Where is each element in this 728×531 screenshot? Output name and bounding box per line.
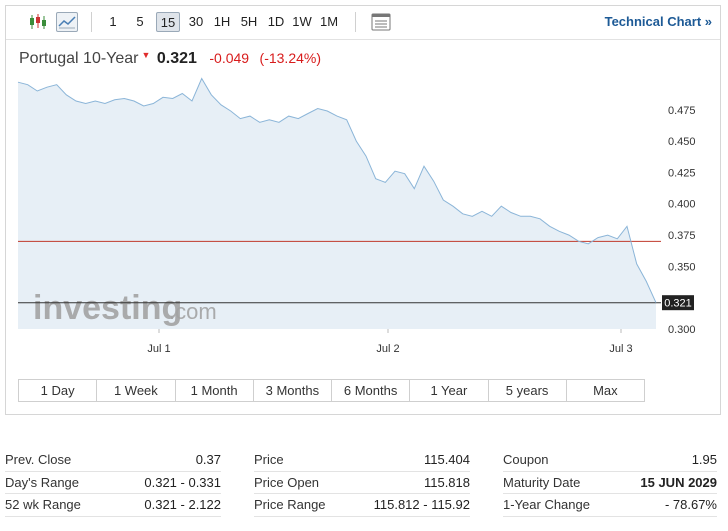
y-tick-label: 0.450 bbox=[668, 136, 696, 148]
stat-value: 115.404 bbox=[423, 452, 470, 467]
stat-price: Price 115.404 bbox=[254, 449, 470, 472]
range-6-months[interactable]: 6 Months bbox=[332, 380, 411, 401]
time-range-selector: 1 Day 1 Week 1 Month 3 Months 6 Months 1… bbox=[18, 379, 645, 402]
stat-label: Price bbox=[254, 452, 284, 467]
range-3-months[interactable]: 3 Months bbox=[254, 380, 332, 401]
stat-label: Day's Range bbox=[5, 474, 80, 490]
stat-52wk-range: 52 wk Range 0.321 - 2.122 bbox=[5, 494, 221, 517]
stat-label: Coupon bbox=[503, 452, 549, 467]
stat-value: 0.321 - 2.122 bbox=[144, 497, 221, 512]
chart-widget: 1 5 15 30 1H 5H 1D 1W 1M Technical Chart… bbox=[5, 5, 721, 415]
stat-1yr-change: 1-Year Change - 78.67% bbox=[503, 494, 717, 517]
stat-price-range: Price Range 115.812 - 115.92 bbox=[254, 494, 470, 517]
y-tick-label: 0.475 bbox=[668, 105, 696, 117]
stat-label: 1-Year Change bbox=[503, 497, 590, 512]
stat-label: Price Range bbox=[254, 497, 326, 512]
stat-prev-close: Prev. Close 0.37 bbox=[5, 449, 221, 472]
stat-label: 52 wk Range bbox=[5, 497, 81, 512]
x-tick-label: Jul 2 bbox=[376, 343, 399, 355]
range-1-year[interactable]: 1 Year bbox=[410, 380, 489, 401]
stat-label: Price Open bbox=[254, 474, 320, 490]
stat-value: 15 JUN 2029 bbox=[640, 474, 717, 490]
y-tick-label: 0.375 bbox=[668, 230, 696, 242]
price-chart[interactable]: investing .com 0.4750.4500.4250.4000.375… bbox=[6, 6, 720, 376]
x-tick-label: Jul 3 bbox=[609, 343, 632, 355]
watermark-brand: investing bbox=[33, 289, 182, 327]
stat-maturity-date: Maturity Date 15 JUN 2029 bbox=[503, 472, 717, 494]
stat-value: 115.812 - 115.92 bbox=[373, 497, 470, 512]
stat-coupon: Coupon 1.95 bbox=[503, 449, 717, 472]
last-value-label: 0.321 bbox=[664, 298, 692, 310]
y-tick-label: 0.425 bbox=[668, 167, 696, 179]
stat-value: - 78.67% bbox=[664, 497, 717, 512]
stat-price-open: Price Open 115.818 bbox=[254, 472, 470, 494]
stat-label: Prev. Close bbox=[5, 452, 72, 467]
stat-label: Maturity Date bbox=[503, 474, 581, 490]
y-tick-label: 0.300 bbox=[668, 324, 696, 336]
stats-column-2: Price 115.404 Price Open 115.818 Price R… bbox=[254, 449, 470, 517]
stat-value: 1.95 bbox=[691, 452, 717, 467]
range-1-week[interactable]: 1 Week bbox=[97, 380, 176, 401]
range-1-day[interactable]: 1 Day bbox=[19, 380, 98, 401]
range-max[interactable]: Max bbox=[567, 380, 644, 401]
x-tick-label: Jul 1 bbox=[147, 343, 170, 355]
y-tick-label: 0.350 bbox=[668, 261, 696, 273]
range-5-years[interactable]: 5 years bbox=[489, 380, 567, 401]
stat-value: 115.818 bbox=[423, 474, 470, 490]
range-1-month[interactable]: 1 Month bbox=[176, 380, 254, 401]
stats-column-1: Prev. Close 0.37 Day's Range 0.321 - 0.3… bbox=[5, 449, 221, 517]
stat-value: 0.37 bbox=[195, 452, 221, 467]
stat-value: 0.321 - 0.331 bbox=[144, 474, 221, 490]
stat-days-range: Day's Range 0.321 - 0.331 bbox=[5, 472, 221, 494]
y-tick-label: 0.400 bbox=[668, 199, 696, 211]
stats-column-3: Coupon 1.95 Maturity Date 15 JUN 2029 1-… bbox=[503, 449, 717, 517]
